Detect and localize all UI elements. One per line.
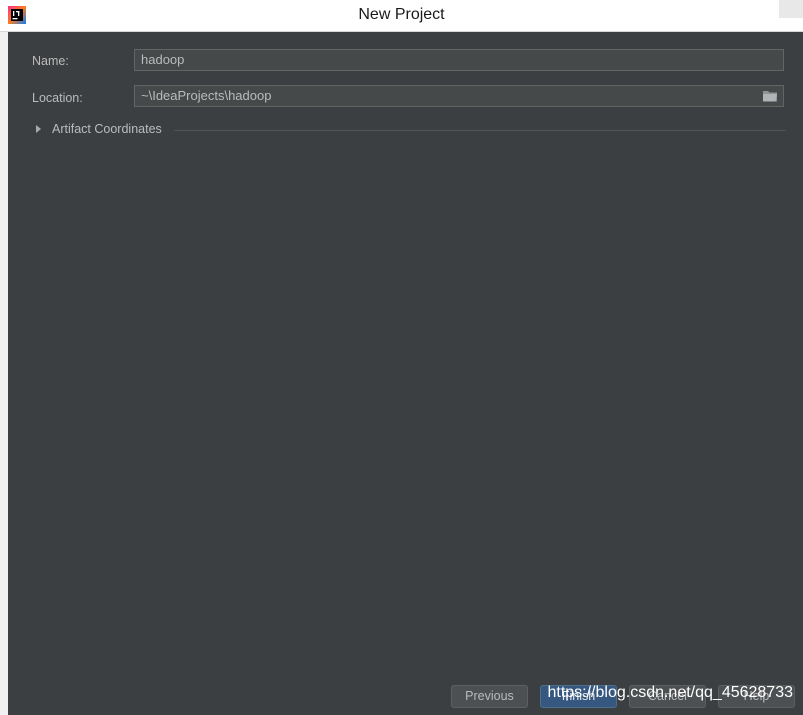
location-field[interactable]: ~\IdeaProjects\hadoop: [134, 85, 784, 107]
new-project-dialog: New Project Name: hadoop Location: ~\Ide…: [0, 0, 803, 715]
window-title: New Project: [358, 6, 445, 23]
artifact-coordinates-section[interactable]: Artifact Coordinates: [36, 122, 786, 138]
close-button[interactable]: [779, 0, 803, 18]
section-divider: [174, 130, 786, 131]
name-field[interactable]: hadoop: [134, 49, 784, 71]
dialog-content: Name: hadoop Location: ~\IdeaProjects\ha…: [8, 32, 803, 715]
watermark-text: https://blog.csdn.net/qq_45628733: [547, 684, 793, 701]
title-bar: New Project: [0, 0, 803, 32]
folder-icon[interactable]: [762, 89, 778, 103]
location-label: Location:: [32, 91, 83, 105]
location-value: ~\IdeaProjects\hadoop: [141, 88, 272, 103]
triangle-right-icon[interactable]: [36, 125, 41, 133]
name-label: Name:: [32, 54, 69, 68]
previous-button[interactable]: Previous: [451, 685, 528, 708]
artifact-coordinates-label[interactable]: Artifact Coordinates: [52, 122, 162, 136]
